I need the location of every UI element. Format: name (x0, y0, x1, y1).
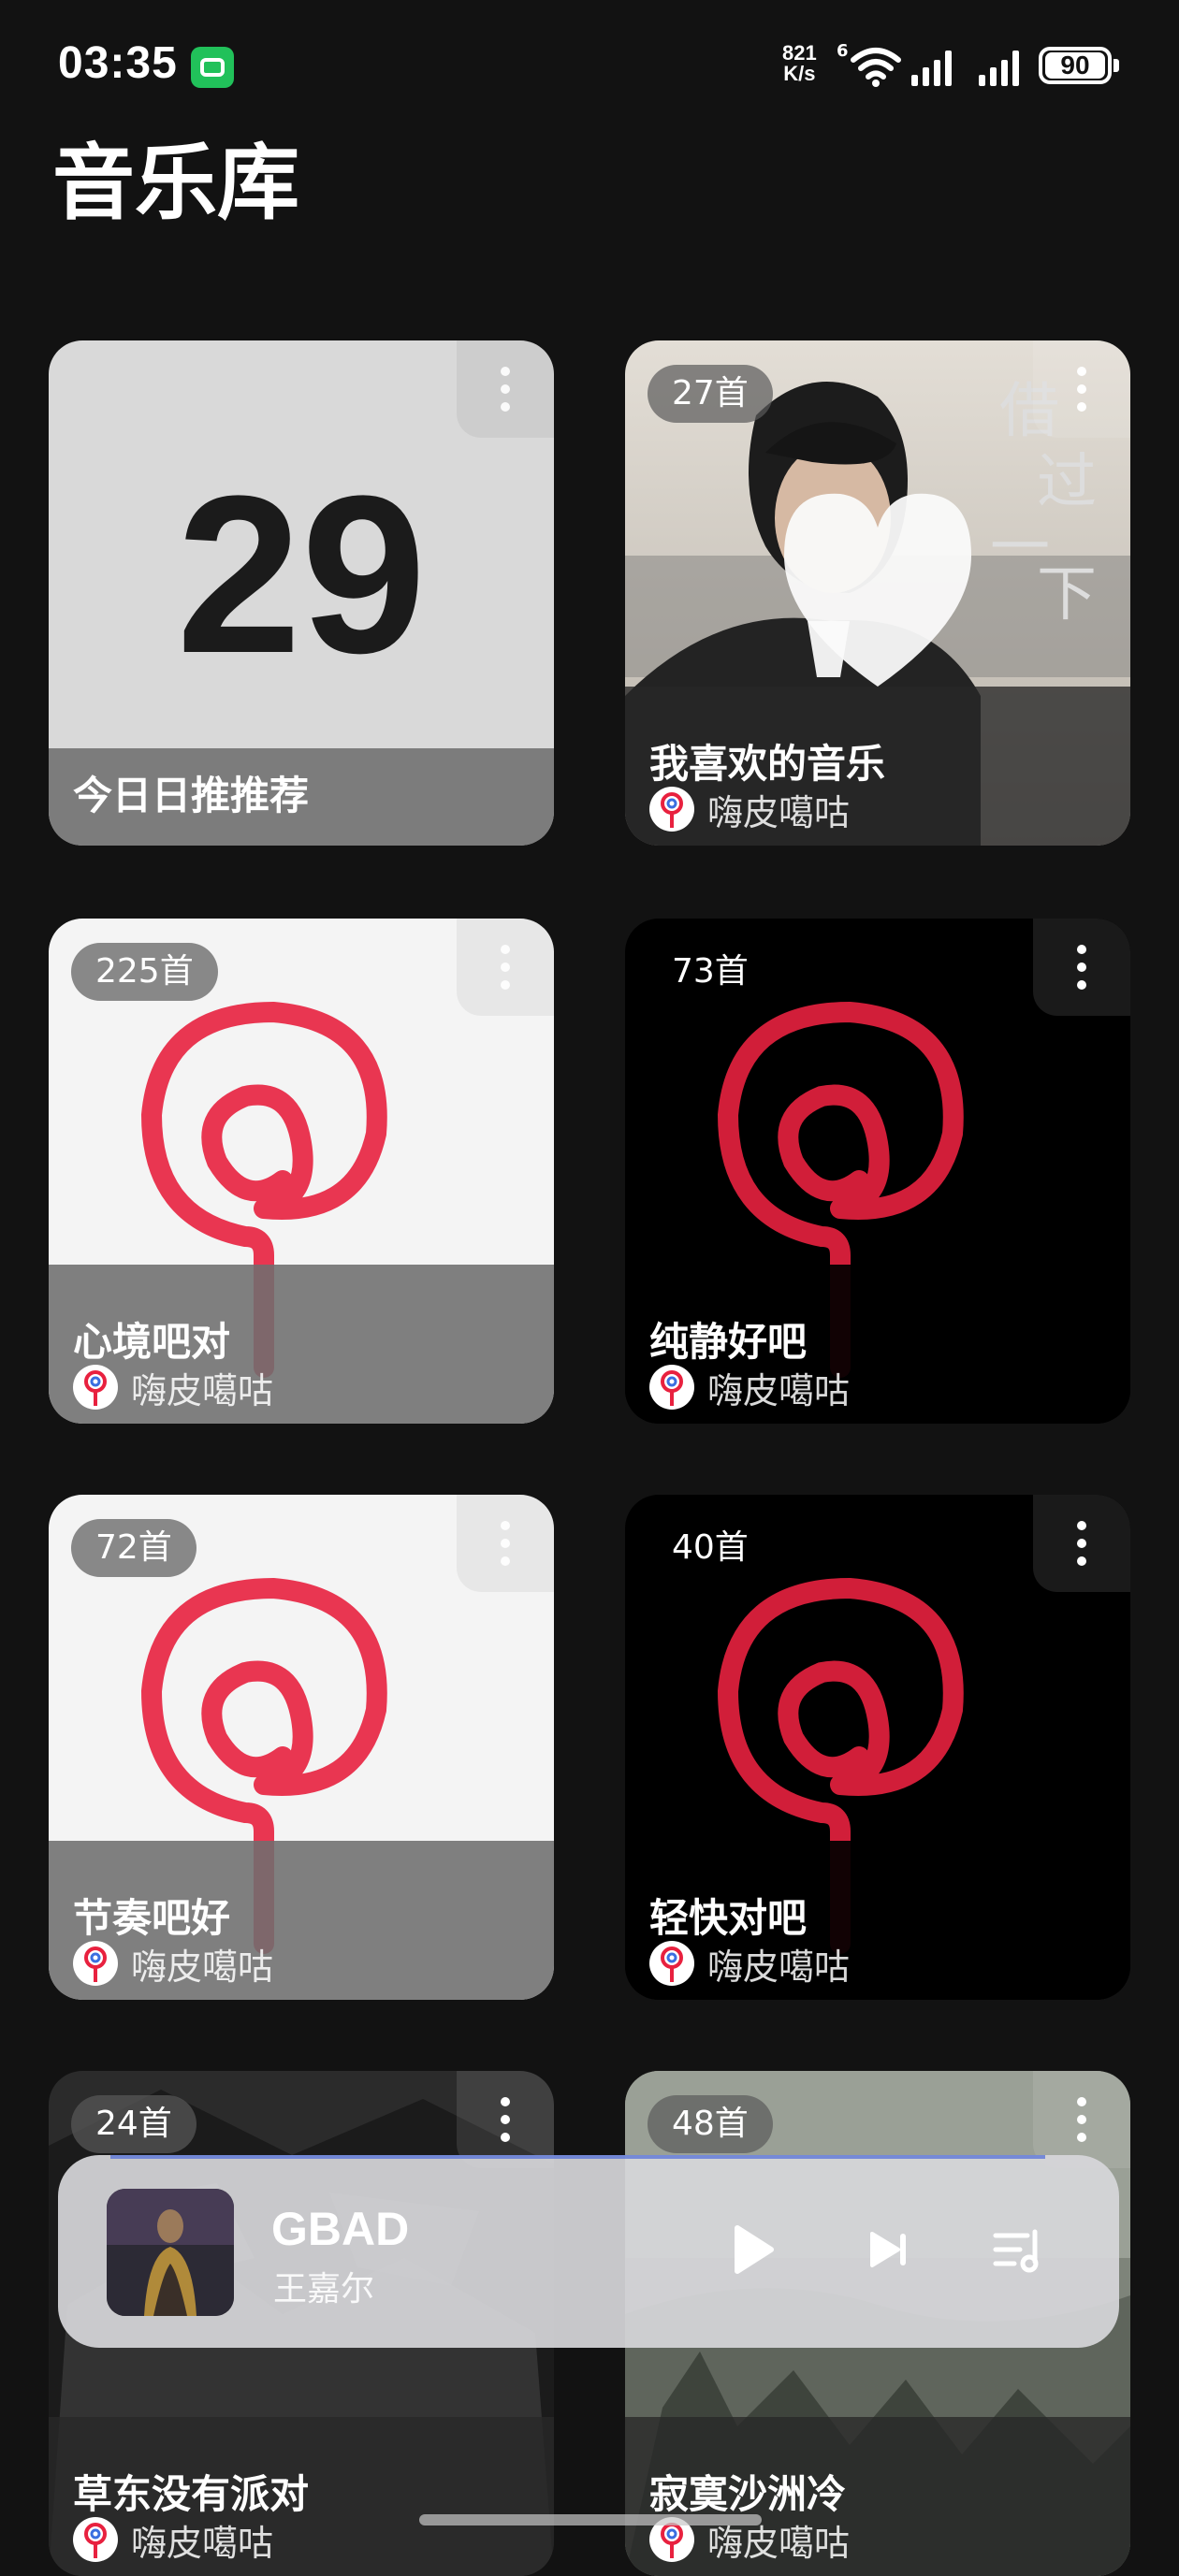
playlist-card-daily[interactable]: 29 今日日推推荐 (49, 340, 554, 846)
cover-title-char: 下 (1037, 560, 1097, 630)
playlist-owner: 嗨皮噶咕 (73, 1940, 274, 1988)
more-icon[interactable] (1033, 1495, 1130, 1592)
playlist-name: 我喜欢的音乐 (649, 741, 886, 787)
mini-player[interactable]: GBAD 王嘉尔 (58, 2155, 1119, 2348)
page-title: 音乐库 (52, 135, 300, 231)
battery-level: 90 (1045, 52, 1105, 79)
playlist-card[interactable]: 225首 心境吧对 嗨皮噶咕 (49, 919, 554, 1424)
wifi-icon (851, 48, 901, 87)
more-icon[interactable] (1033, 340, 1130, 438)
song-count-badge: 225首 (71, 943, 218, 1001)
more-icon[interactable] (457, 2071, 554, 2168)
playlist-owner: 嗨皮噶咕 (649, 1364, 850, 1411)
playlist-card[interactable]: 40首 轻快对吧 嗨皮噶咕 (625, 1495, 1130, 2000)
more-icon[interactable] (1033, 919, 1130, 1016)
signal-icon-sim2 (979, 47, 1027, 86)
track-artist: 王嘉尔 (273, 2270, 375, 2308)
playlist-name: 节奏吧好 (73, 1895, 231, 1941)
owner-avatar (73, 1365, 118, 1410)
playlist-name: 草东没有派对 (73, 2471, 310, 2517)
playlist-card[interactable]: 72首 节奏吧好 嗨皮噶咕 (49, 1495, 554, 2000)
song-count-badge: 48首 (648, 2095, 773, 2153)
playlist-name: 心境吧对 (73, 1319, 231, 1365)
more-icon[interactable] (457, 1495, 554, 1592)
more-icon[interactable] (457, 340, 554, 438)
owner-name: 嗨皮噶咕 (707, 1369, 851, 1411)
playlist-owner: 嗨皮噶咕 (649, 786, 851, 833)
playlist-card[interactable]: 73首 纯静好吧 嗨皮噶咕 (625, 919, 1130, 1424)
owner-name: 嗨皮噶咕 (707, 1946, 851, 1988)
playlist-name: 寂寞沙洲冷 (649, 2471, 847, 2517)
owner-name: 嗨皮噶咕 (131, 1369, 274, 1411)
network-speed: 821 K/s (782, 43, 817, 84)
playlist-owner: 嗨皮噶咕 (73, 2516, 274, 2564)
owner-name: 嗨皮噶咕 (131, 2522, 274, 2564)
now-playing-cover[interactable] (107, 2189, 234, 2316)
battery-icon: 90 (1039, 47, 1119, 84)
more-icon[interactable] (1033, 2071, 1130, 2168)
next-icon[interactable] (855, 2217, 921, 2282)
day-number: 29 (176, 449, 427, 700)
home-indicator[interactable] (419, 2514, 762, 2525)
play-icon[interactable] (719, 2217, 784, 2282)
song-count-badge: 24首 (71, 2095, 196, 2153)
status-time: 03:35 (58, 38, 178, 88)
owner-avatar (649, 1941, 694, 1986)
playlist-owner: 嗨皮噶咕 (73, 1364, 273, 1411)
playlist-name: 今日日推推荐 (73, 773, 310, 818)
playlist-icon[interactable] (986, 2217, 1052, 2282)
song-count-badge: 73首 (648, 943, 773, 1001)
status-bar: 03:35 821 K/s 6 90 (0, 0, 1179, 131)
playlist-name: 轻快对吧 (649, 1895, 808, 1941)
owner-avatar (73, 2517, 118, 2562)
heart-icon (784, 493, 971, 687)
wifi-generation: 6 (837, 41, 849, 61)
owner-avatar (649, 1365, 694, 1410)
more-icon[interactable] (457, 919, 554, 1016)
playlist-name: 纯静好吧 (649, 1319, 808, 1365)
owner-name: 嗨皮噶咕 (131, 1946, 274, 1988)
playlist-owner: 嗨皮噶咕 (649, 1940, 851, 1988)
song-count-badge: 27首 (648, 365, 773, 423)
track-title: GBAD (271, 2203, 410, 2255)
chat-icon (191, 47, 234, 88)
owner-avatar (649, 787, 694, 832)
playlist-card-liked[interactable]: 借 过 一 下 27首 我喜欢的音乐 嗨皮噶咕 (625, 340, 1130, 846)
signal-icon-sim1 (911, 47, 960, 86)
song-count-badge: 72首 (71, 1519, 196, 1577)
network-speed-unit: K/s (783, 62, 816, 85)
owner-avatar (73, 1941, 118, 1986)
playback-progress (110, 2155, 1046, 2159)
song-count-badge: 40首 (648, 1519, 773, 1577)
album-art (107, 2189, 234, 2316)
network-speed-value: 821 (782, 41, 817, 65)
owner-name: 嗨皮噶咕 (707, 791, 851, 833)
